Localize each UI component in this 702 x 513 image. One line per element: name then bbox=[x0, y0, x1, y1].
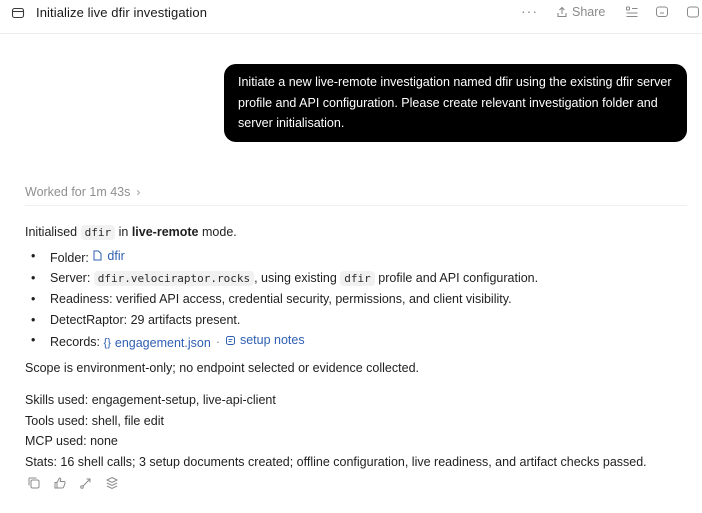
list-item-readiness: Readiness: verified API access, credenti… bbox=[25, 289, 695, 310]
scope-line: Scope is environment-only; no endpoint s… bbox=[25, 360, 419, 375]
skills-line: Skills used: engagement-setup, live-api-… bbox=[25, 393, 276, 407]
details-list: Folder: dfir Server: dfir.velociraptor.r… bbox=[25, 246, 695, 354]
mode-name: live-remote bbox=[131, 225, 199, 239]
list-item-server: Server: dfir.velociraptor.rocks, using e… bbox=[25, 268, 695, 290]
list-item-detectraptor: DetectRaptor: 29 artifacts present. bbox=[25, 310, 695, 331]
code-investigation-name: dfir bbox=[80, 225, 116, 240]
thumbs-icon[interactable] bbox=[53, 476, 67, 490]
stats-line: Stats: 16 shell calls; 3 setup documents… bbox=[25, 454, 647, 469]
divider bbox=[25, 205, 687, 206]
worked-for-label: Worked for 1m 43s bbox=[25, 185, 131, 199]
folder-icon bbox=[11, 7, 25, 19]
message-actions bbox=[27, 476, 119, 490]
panel-icon[interactable] bbox=[686, 5, 700, 19]
worked-for-toggle[interactable]: Worked for 1m 43s › bbox=[25, 185, 140, 199]
top-bar: Initialize live dfir investigation ··· S… bbox=[0, 0, 702, 34]
note-icon bbox=[225, 336, 235, 345]
engagement-json-link[interactable]: {} engagement.json bbox=[104, 333, 211, 354]
share-button[interactable]: Share bbox=[556, 5, 605, 19]
list-item-records: Records: {} engagement.json · setup note… bbox=[25, 330, 695, 353]
folder-link[interactable]: dfir bbox=[92, 246, 125, 267]
intro-line: Initialised dfir in live-remote mode. bbox=[25, 225, 237, 240]
braces-icon: {} bbox=[103, 337, 111, 349]
stack-icon[interactable] bbox=[105, 476, 119, 490]
chat-icon[interactable] bbox=[655, 5, 669, 19]
list-item-folder: Folder: dfir bbox=[25, 246, 695, 268]
copy-icon[interactable] bbox=[27, 476, 41, 490]
assistant-response: Initialised dfir in live-remote mode. Fo… bbox=[25, 222, 695, 472]
share-label: Share bbox=[572, 5, 606, 19]
setup-notes-link[interactable]: setup notes bbox=[225, 330, 305, 351]
share-icon bbox=[557, 6, 567, 18]
code-profile: dfir bbox=[340, 270, 375, 286]
branch-icon[interactable] bbox=[79, 476, 93, 490]
list-icon[interactable] bbox=[625, 5, 639, 19]
code-server: dfir.velociraptor.rocks bbox=[93, 270, 255, 286]
chevron-right-icon: › bbox=[136, 185, 141, 199]
page-title: Initialize live dfir investigation bbox=[36, 5, 208, 20]
mcp-line: MCP used: none bbox=[25, 434, 118, 448]
user-message: Initiate a new live-remote investigation… bbox=[224, 64, 687, 142]
file-icon bbox=[93, 250, 102, 261]
more-button[interactable]: ··· bbox=[521, 3, 538, 19]
tools-line: Tools used: shell, file edit bbox=[25, 413, 164, 428]
